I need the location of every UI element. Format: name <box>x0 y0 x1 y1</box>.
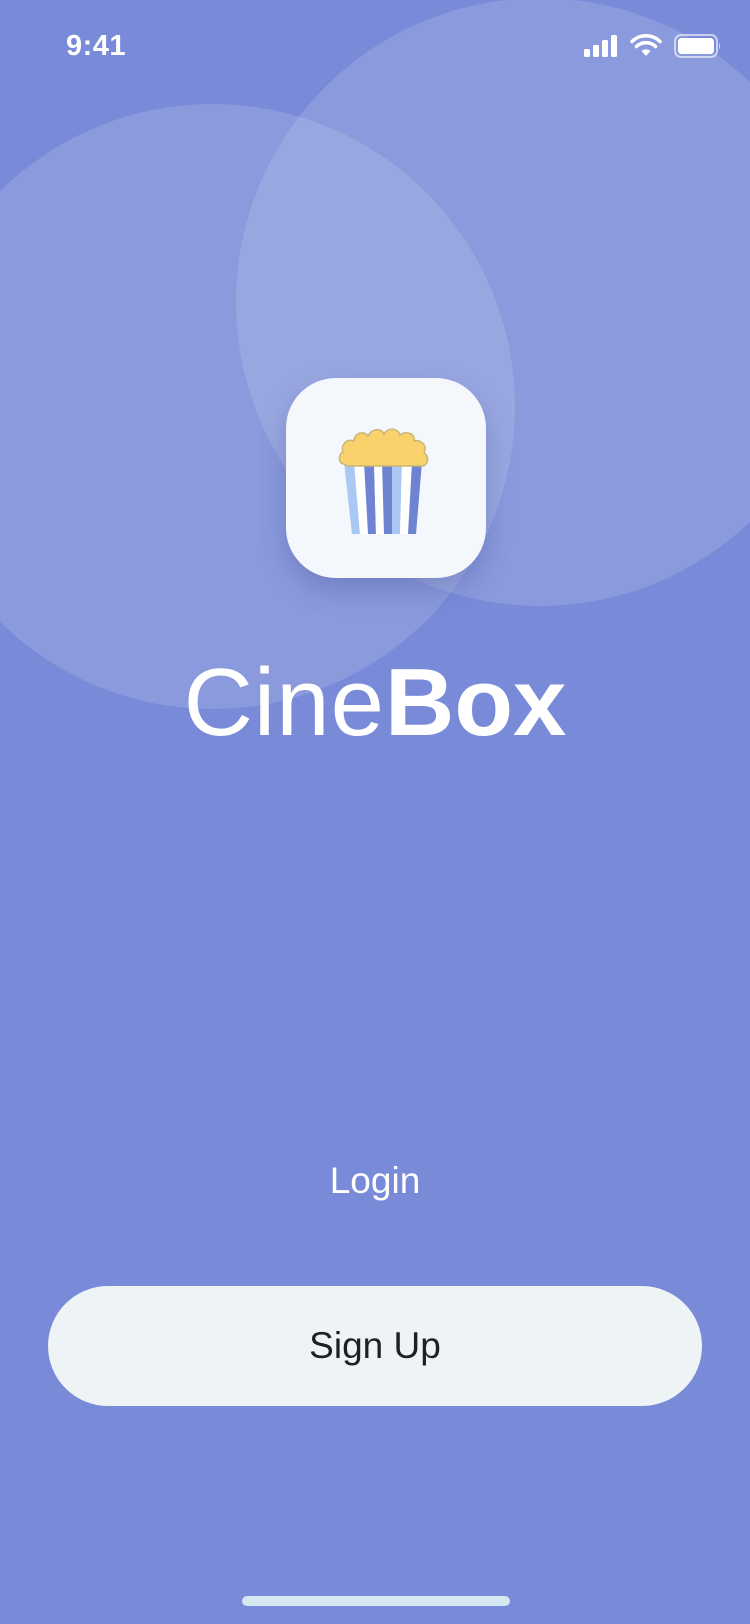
battery-icon <box>674 34 721 58</box>
welcome-screen: 9:41 CineBox Login Sign Up <box>0 0 750 1624</box>
status-time: 9:41 <box>66 30 127 62</box>
wifi-icon <box>630 34 662 56</box>
popcorn-icon <box>338 428 429 534</box>
app-name: CineBox <box>0 648 750 758</box>
signal-icon <box>584 35 617 57</box>
app-logo <box>286 378 486 578</box>
login-link[interactable]: Login <box>275 1150 475 1212</box>
home-indicator <box>242 1596 510 1606</box>
status-icons <box>584 33 722 59</box>
signup-button[interactable]: Sign Up <box>48 1286 702 1406</box>
app-name-light: Cine <box>183 649 386 756</box>
status-bar: 9:41 <box>0 0 750 90</box>
app-name-bold: Box <box>385 649 567 756</box>
